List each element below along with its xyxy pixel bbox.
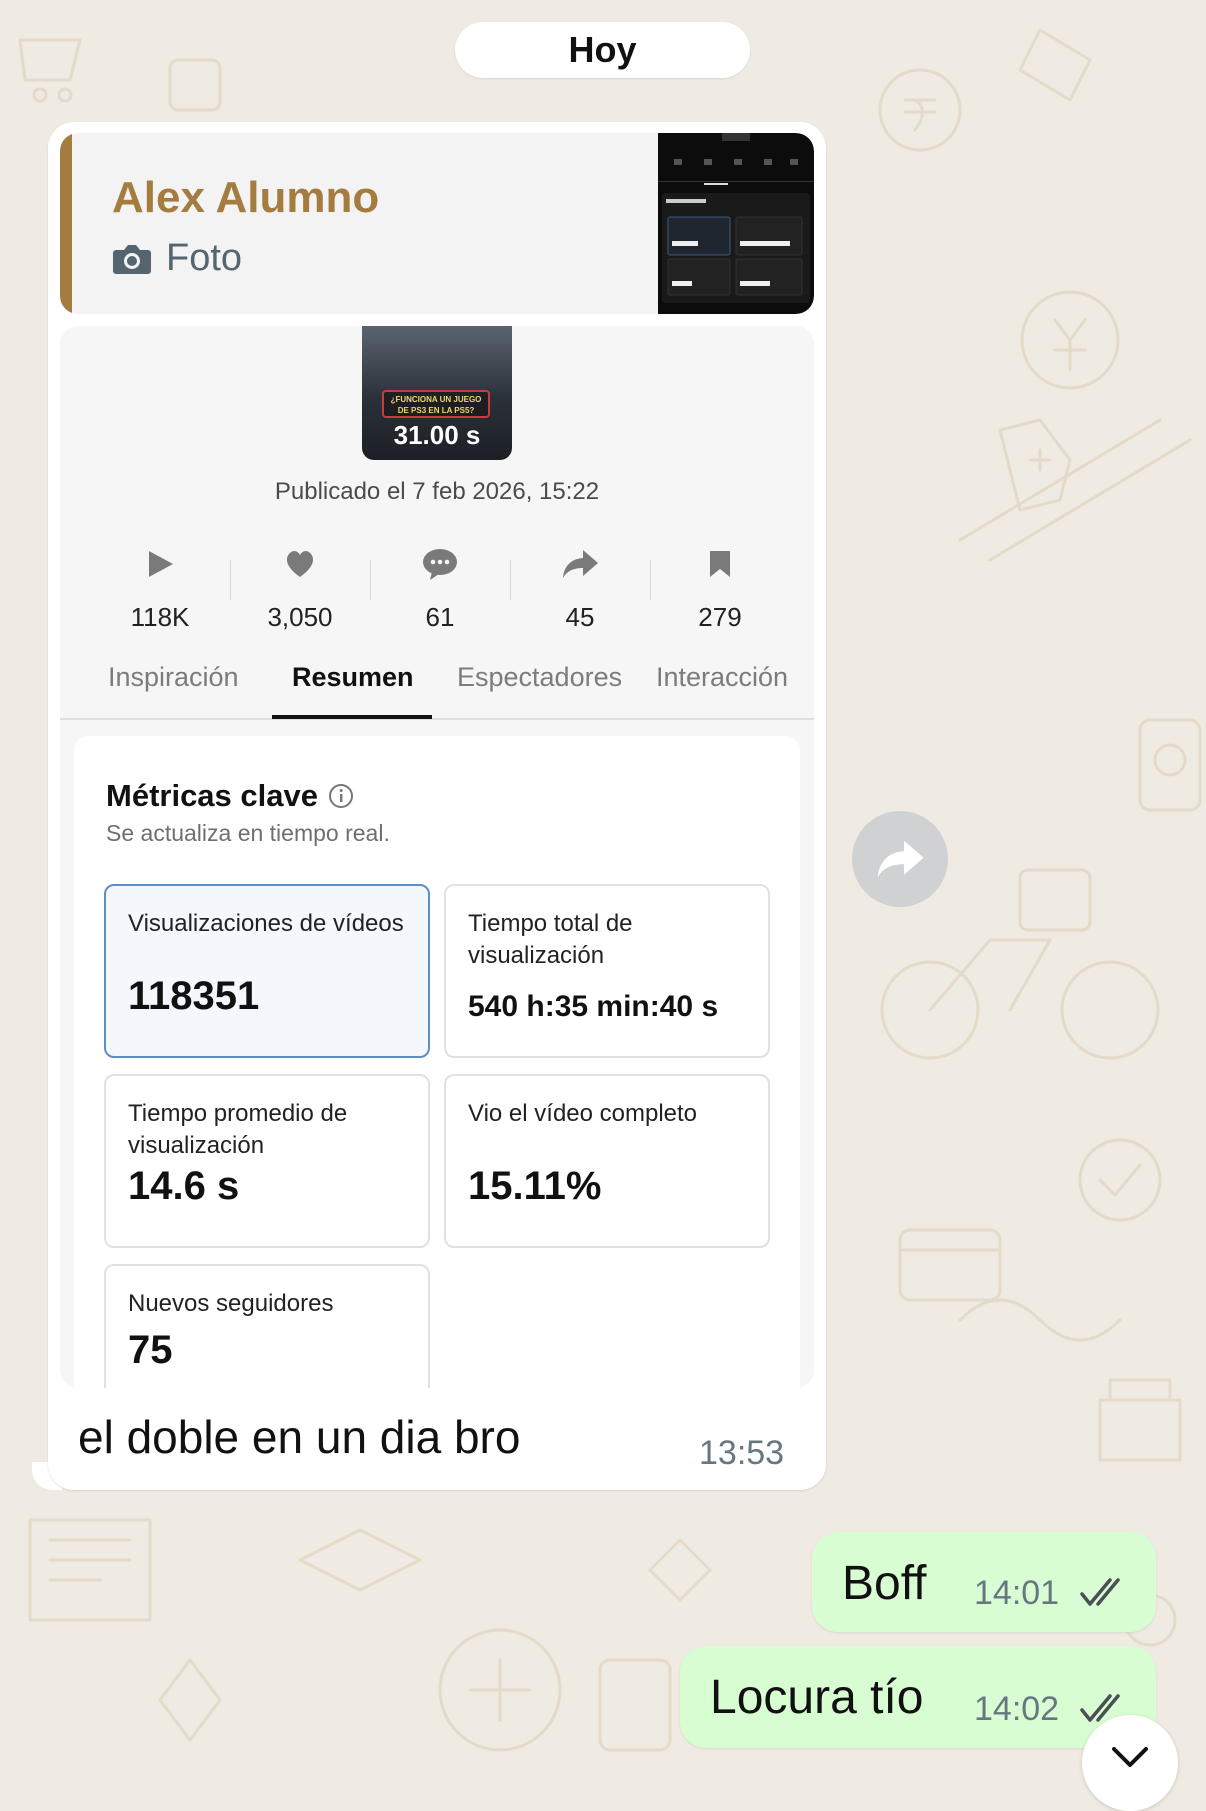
play-icon [149, 551, 173, 577]
metric-value: 540 h:35 min:40 s [468, 990, 719, 1023]
video-caption: ¿FUNCIONA UN JUEGO DE PS3 EN LA PS5? [382, 390, 490, 418]
outgoing-message-bubble[interactable]: Locura tío 14:02 [680, 1646, 1156, 1748]
metric-value: 75 [128, 1328, 173, 1372]
quote-type: Foto [112, 237, 242, 280]
stat-likes: 3,050 [230, 542, 370, 642]
stat-value: 45 [565, 602, 595, 632]
metric-label: Nuevos seguidores [128, 1290, 334, 1317]
outgoing-message-text: Boff [842, 1557, 927, 1610]
outgoing-message-text: Locura tío [710, 1671, 924, 1724]
outgoing-message-time: 14:01 [974, 1574, 1060, 1612]
share-icon [563, 550, 598, 578]
stat-value: 3,050 [267, 602, 333, 632]
tab-interaccion[interactable]: Interacción [656, 662, 788, 693]
stat-value: 279 [698, 602, 742, 632]
stat-value: 118K [130, 602, 190, 632]
active-tab-indicator [272, 715, 432, 719]
metric-video-views[interactable]: Visualizaciones de vídeos 118351 [104, 884, 430, 1058]
camera-icon [113, 244, 151, 274]
double-check-icon [1080, 1578, 1120, 1606]
date-separator: Hoy [455, 22, 750, 78]
tab-resumen[interactable]: Resumen [292, 662, 414, 693]
published-date: Publicado el 7 feb 2026, 15:22 [274, 478, 600, 505]
metric-label: Tiempo promedio de visualización [128, 1100, 348, 1159]
tab-inspiracion[interactable]: Inspiración [108, 662, 239, 693]
bookmark-icon [710, 551, 730, 577]
video-stats: 118K 3,050 61 45 279 [90, 542, 790, 642]
quote-author: Alex Alumno [112, 173, 380, 222]
tiktok-analytics-screenshot[interactable]: ¿FUNCIONA UN JUEGO DE PS3 EN LA PS5? 31.… [60, 326, 814, 1388]
forward-icon [877, 840, 924, 878]
quote-thumbnail [658, 133, 814, 314]
chevron-down-icon [1112, 1747, 1148, 1767]
quote-accent-bar [60, 133, 72, 314]
incoming-message-bubble[interactable]: Alex Alumno Foto ¿FUNCIONA UN JUEGO DE P… [48, 122, 826, 1490]
scroll-to-bottom-button[interactable] [1082, 1715, 1178, 1811]
metrics-title-text: Métricas clave [106, 778, 318, 813]
metric-value: 15.11% [468, 1164, 602, 1208]
video-thumbnail: ¿FUNCIONA UN JUEGO DE PS3 EN LA PS5? 31.… [362, 326, 512, 460]
tab-espectadores[interactable]: Espectadores [457, 662, 622, 693]
stat-views: 118K [90, 542, 230, 642]
stat-value: 61 [425, 602, 455, 632]
incoming-message-text: el doble en un dia bro [78, 1411, 521, 1463]
metric-label: Visualizaciones de vídeos [128, 910, 404, 937]
metric-value: 14.6 s [128, 1164, 240, 1208]
stat-shares: 45 [510, 542, 650, 642]
outgoing-message-bubble[interactable]: Boff 14:01 [812, 1532, 1156, 1632]
video-duration: 31.00 s [393, 420, 481, 450]
incoming-message-time: 13:53 [699, 1434, 785, 1472]
quote-type-label: Foto [166, 237, 243, 279]
metrics-title: Métricas clave [106, 778, 354, 814]
metric-label: Vio el vídeo completo [468, 1100, 698, 1127]
comment-icon [423, 549, 457, 580]
quoted-message[interactable]: Alex Alumno Foto [60, 133, 814, 314]
stat-comments: 61 [370, 542, 510, 642]
metric-average-watch-time[interactable]: Tiempo promedio de visualización 14.6 s [104, 1074, 430, 1248]
metrics-subtitle: Se actualiza en tiempo real. [106, 820, 390, 846]
forward-button[interactable] [852, 811, 948, 907]
analytics-tabs: Inspiración Resumen Espectadores Interac… [60, 662, 814, 720]
stat-saves: 279 [650, 542, 790, 642]
metric-value: 118351 [128, 974, 260, 1018]
key-metrics-card: Métricas clave Se actualiza en tiempo re… [74, 736, 800, 1388]
metric-watched-full-video[interactable]: Vio el vídeo completo 15.11% [444, 1074, 770, 1248]
thumbnail-preview [658, 133, 814, 303]
metric-total-watch-time[interactable]: Tiempo total de visualización 540 h:35 m… [444, 884, 770, 1058]
metric-new-followers[interactable]: Nuevos seguidores 75 [104, 1264, 430, 1388]
heart-icon [286, 551, 314, 577]
metric-label: Tiempo total de visualización [468, 910, 633, 969]
outgoing-message-time: 14:02 [974, 1690, 1060, 1728]
info-icon[interactable] [328, 783, 354, 809]
